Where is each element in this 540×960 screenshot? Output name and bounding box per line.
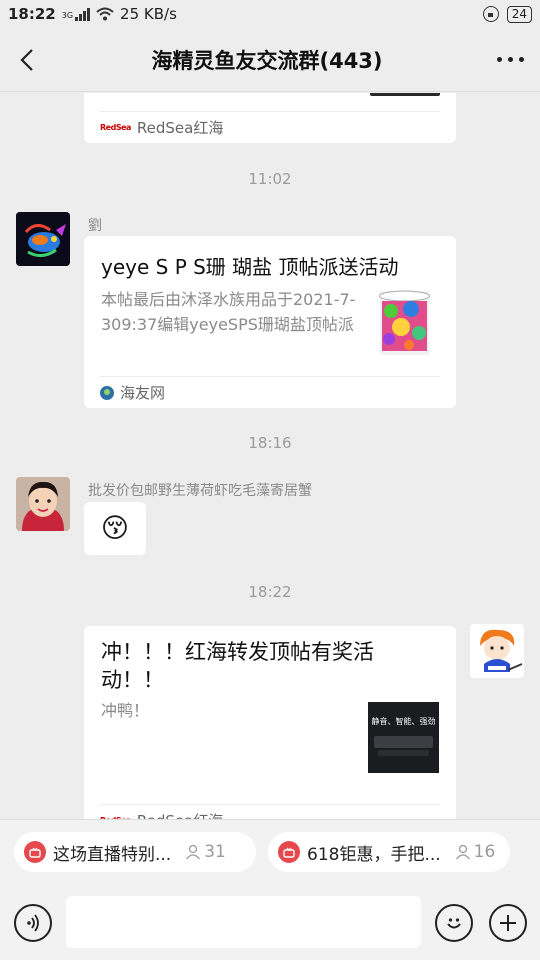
card-description: 冲鸭！ xyxy=(101,701,150,720)
card-description: 本帖最后由沐泽水族用品于2021-7-309:37编辑yeyeSPS珊瑚盐顶帖派… xyxy=(101,290,356,334)
sender-name: 批发价包邮野生薄荷虾吃毛藻寄居蟹 xyxy=(88,483,312,499)
viewer-count: 31 xyxy=(185,842,226,862)
card-thumbnail xyxy=(376,289,433,357)
voice-icon xyxy=(27,914,39,932)
chat-title: 海精灵鱼友交流群(443) xyxy=(151,48,383,73)
voice-button[interactable] xyxy=(14,904,52,942)
card-thumbnail xyxy=(370,93,440,96)
person-icon xyxy=(186,844,201,860)
card-source-name: RedSea红海 xyxy=(136,119,224,137)
card-source-name: 海友网 xyxy=(120,384,166,402)
salt-bucket-image xyxy=(379,290,430,355)
battery-icon: 24 xyxy=(506,5,532,23)
status-bar: 18:22 3G 25 KB/s 24 xyxy=(0,0,540,28)
back-button[interactable] xyxy=(0,28,54,92)
live-shortcut-pill[interactable]: 这场直播特别... 31 xyxy=(14,832,256,872)
input-bar xyxy=(0,881,540,960)
cartoon-boy-avatar-icon xyxy=(470,624,524,678)
smiley-icon xyxy=(447,918,461,929)
timestamp: 18:22 xyxy=(248,583,292,601)
card-title: yeye S P S珊 瑚盐 顶帖派送活动 xyxy=(101,255,399,279)
rotation-lock-icon xyxy=(482,6,499,22)
card-title: 冲！！！红海转发顶帖有奖活动！！ xyxy=(101,640,374,692)
avatar[interactable] xyxy=(16,212,70,266)
my-avatar[interactable] xyxy=(470,624,524,678)
network-speed: 25 KB/s xyxy=(120,5,177,23)
more-options-button[interactable] xyxy=(480,28,540,92)
tv-live-icon xyxy=(278,841,300,863)
link-card[interactable]: yeye S P S珊 瑚盐 顶帖派送活动 本帖最后由沐泽水族用品于2021-7… xyxy=(84,236,456,408)
live-shortcut-bar: 这场直播特别... 31 618钜惠，手把... 16 xyxy=(0,819,540,881)
more-dots-icon xyxy=(496,57,502,62)
card-source: 海友网 xyxy=(100,376,440,408)
pump-product-image xyxy=(374,736,433,748)
kissing-face-emoji: 😚 xyxy=(100,513,130,544)
haiyou-logo-icon xyxy=(100,385,114,400)
pill-label: 这场直播特别... xyxy=(53,844,172,865)
card-source: RedSea RedSea红海 xyxy=(100,804,440,819)
viewer-count-value: 16 xyxy=(473,842,496,862)
redsea-logo-icon: RedSea xyxy=(100,123,131,132)
card-thumbnail: 静音、智能、强劲 xyxy=(368,702,439,773)
pill-label: 618钜惠，手把... xyxy=(307,844,441,865)
link-card-top[interactable]: RedSea RedSea红海 xyxy=(84,93,456,143)
network-type: 3G xyxy=(61,11,74,20)
sender-name: 劉 xyxy=(88,218,102,234)
chat-header: 海精灵鱼友交流群(443) xyxy=(0,28,540,92)
timestamp: 11:02 xyxy=(248,170,292,188)
signal-icon xyxy=(75,7,91,21)
card-source-name: RedSea红海 xyxy=(137,810,223,819)
live-shortcut-pill[interactable]: 618钜惠，手把... 16 xyxy=(268,832,510,872)
mandarin-fish-avatar-icon xyxy=(16,212,70,266)
plus-icon xyxy=(500,915,516,931)
emoji-button[interactable] xyxy=(435,904,473,942)
viewer-count: 16 xyxy=(455,842,496,862)
card-source: RedSea RedSea红海 xyxy=(100,111,440,143)
avatar[interactable] xyxy=(16,477,70,531)
person-icon xyxy=(455,844,470,860)
emoji-bubble[interactable]: 😚 xyxy=(84,502,146,555)
status-time: 18:22 xyxy=(8,5,56,23)
link-card-self[interactable]: 冲！！！红海转发顶帖有奖活动！！ 冲鸭！ 静音、智能、强劲 RedSea Red… xyxy=(84,626,456,819)
timestamp: 18:16 xyxy=(248,434,292,452)
girl-avatar-icon xyxy=(16,477,70,531)
wifi-icon xyxy=(96,7,114,21)
tv-live-icon xyxy=(24,841,46,863)
viewer-count-value: 31 xyxy=(204,842,226,862)
message-input[interactable] xyxy=(66,896,421,948)
thumbnail-caption: 静音、智能、强劲 xyxy=(371,717,436,726)
message-list[interactable]: RedSea RedSea红海 11:02 劉 yeye S P S珊 瑚盐 顶… xyxy=(0,93,540,819)
add-button[interactable] xyxy=(489,904,527,942)
chevron-left-icon xyxy=(20,48,33,71)
